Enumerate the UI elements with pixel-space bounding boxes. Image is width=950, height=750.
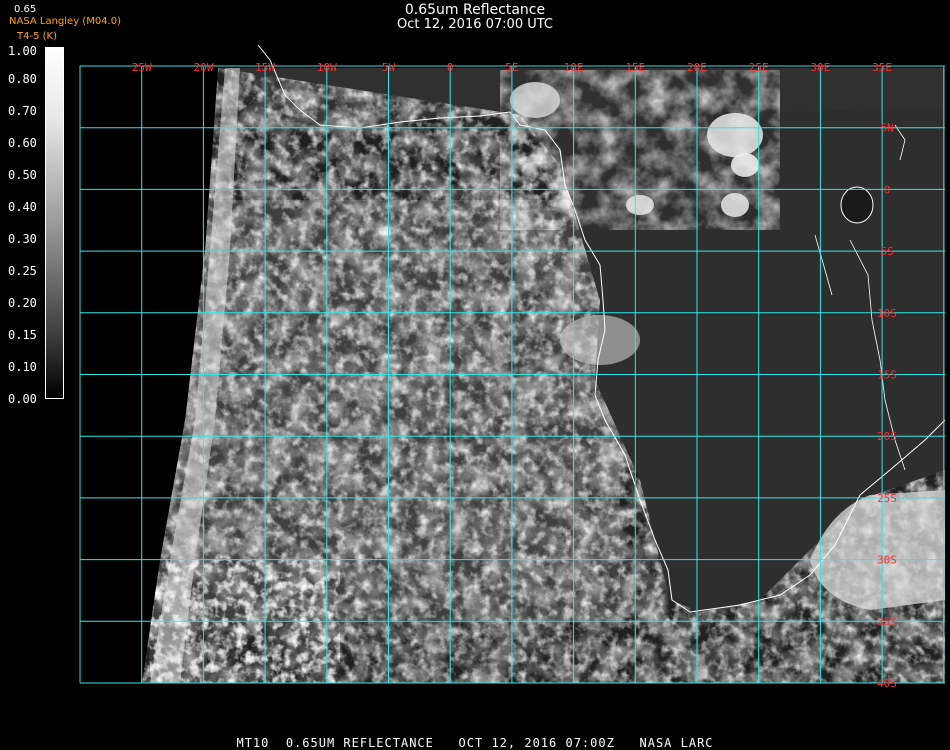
- lon-label: 15E: [625, 61, 645, 74]
- cloud-cluster: [626, 195, 654, 215]
- footer-caption: MT10 0.65UM REFLECTANCE OCT 12, 2016 07:…: [236, 736, 714, 750]
- image-area: [142, 68, 945, 683]
- lat-label: 15S: [877, 369, 897, 382]
- lon-label: 5E: [505, 61, 518, 74]
- lat-label: 25S: [877, 492, 897, 505]
- cloud-cluster: [707, 113, 763, 157]
- satellite-image: 25W 20W 15W 10W 5W 0 5E 10E 15E 20E 25E 30E 35E 5N 0 5S…: [79, 44, 946, 690]
- cloud-cluster: [731, 153, 759, 177]
- lon-label: 20E: [687, 61, 707, 74]
- lon-label: 25E: [749, 61, 769, 74]
- lat-label: 35S: [877, 615, 897, 628]
- lon-label: 35E: [872, 61, 892, 74]
- lon-label: 20W: [193, 61, 213, 74]
- lat-label: 40S: [877, 677, 897, 690]
- cloud-cluster: [510, 82, 560, 118]
- lon-label: 5W: [382, 61, 396, 74]
- lat-label: 5S: [880, 245, 893, 258]
- cloud-cluster: [721, 193, 749, 217]
- lat-label: 30S: [877, 554, 897, 567]
- lon-label: 30E: [810, 61, 830, 74]
- lon-label: 25W: [132, 61, 152, 74]
- lat-label: 5N: [880, 122, 893, 135]
- lat-label: 10S: [877, 307, 897, 320]
- lon-label: 10W: [317, 61, 337, 74]
- lon-label: 15W: [255, 61, 275, 74]
- lat-label: 0: [884, 183, 891, 196]
- lake-victoria: [840, 186, 874, 224]
- lon-label: 0: [447, 61, 454, 74]
- lat-label: 20S: [877, 430, 897, 443]
- lon-label: 10E: [564, 61, 584, 74]
- cloud-cluster: [560, 315, 640, 365]
